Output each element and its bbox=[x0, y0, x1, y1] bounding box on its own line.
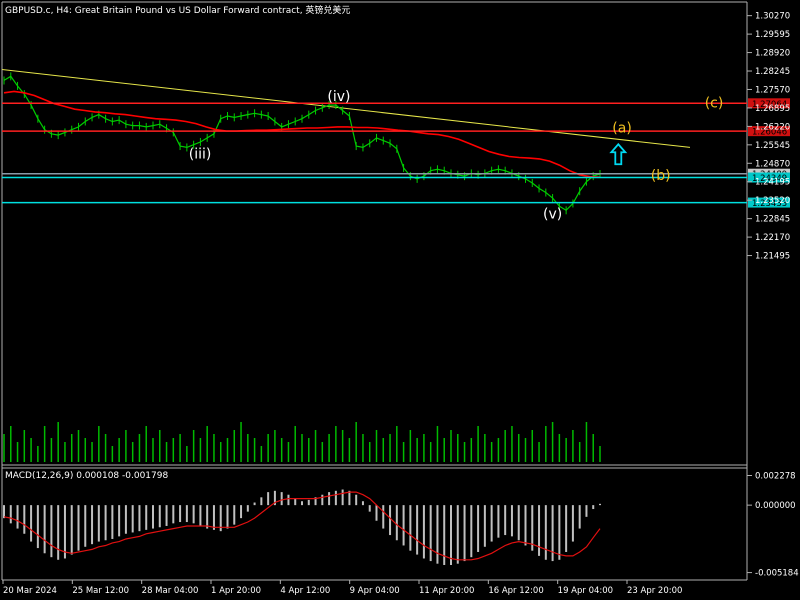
price-tick-label: 1.28245 bbox=[755, 67, 790, 77]
price-tick-label: 1.22170 bbox=[755, 233, 790, 243]
wave-label: (iv) bbox=[327, 89, 350, 105]
wave-label: (b) bbox=[651, 168, 671, 184]
macd-tick-label: -0.005184 bbox=[755, 569, 799, 579]
time-tick-label: 25 Mar 12:00 bbox=[72, 586, 129, 596]
price-tick-label: 1.26220 bbox=[755, 122, 790, 132]
price-tick-label: 1.28920 bbox=[755, 49, 790, 59]
price-tick-label: 1.29595 bbox=[755, 30, 790, 40]
macd-tick-label: 0.002278 bbox=[755, 471, 796, 481]
time-tick-label: 23 Apr 20:00 bbox=[627, 586, 682, 596]
wave-label: (a) bbox=[612, 120, 632, 136]
wave-label: (iii) bbox=[189, 146, 212, 162]
chart-title: GBPUSD.c, H4: Great Britain Pound vs US … bbox=[5, 6, 351, 16]
macd-tick-label: 0.000000 bbox=[755, 501, 796, 511]
time-tick-label: 16 Apr 12:00 bbox=[488, 586, 543, 596]
price-tick-label: 1.24195 bbox=[755, 178, 790, 188]
time-tick-label: 28 Mar 04:00 bbox=[142, 586, 199, 596]
price-tick-label: 1.30270 bbox=[755, 12, 790, 22]
price-tick-label: 1.22845 bbox=[755, 215, 790, 225]
time-tick-label: 9 Apr 04:00 bbox=[350, 586, 400, 596]
wave-label: (c) bbox=[705, 95, 724, 111]
price-tick-label: 1.24870 bbox=[755, 159, 790, 169]
time-tick-label: 19 Apr 04:00 bbox=[558, 586, 613, 596]
chart-canvas[interactable]: 1.270641.260461.244891.243491.23433 (iii… bbox=[0, 0, 800, 600]
time-tick-label: 1 Apr 20:00 bbox=[211, 586, 261, 596]
price-tick-label: 1.25545 bbox=[755, 141, 790, 151]
price-tick-label: 1.26895 bbox=[755, 104, 790, 114]
price-tick-label: 1.23520 bbox=[755, 196, 790, 206]
time-tick-label: 20 Mar 2024 bbox=[3, 586, 57, 596]
price-tick-label: 1.21495 bbox=[755, 252, 790, 262]
price-tick-label: 1.27570 bbox=[755, 85, 790, 95]
wave-label: (v) bbox=[543, 206, 562, 222]
time-tick-label: 11 Apr 20:00 bbox=[419, 586, 474, 596]
time-tick-label: 4 Apr 12:00 bbox=[280, 586, 330, 596]
macd-title: MACD(12,26,9) 0.000108 -0.001798 bbox=[5, 471, 169, 481]
